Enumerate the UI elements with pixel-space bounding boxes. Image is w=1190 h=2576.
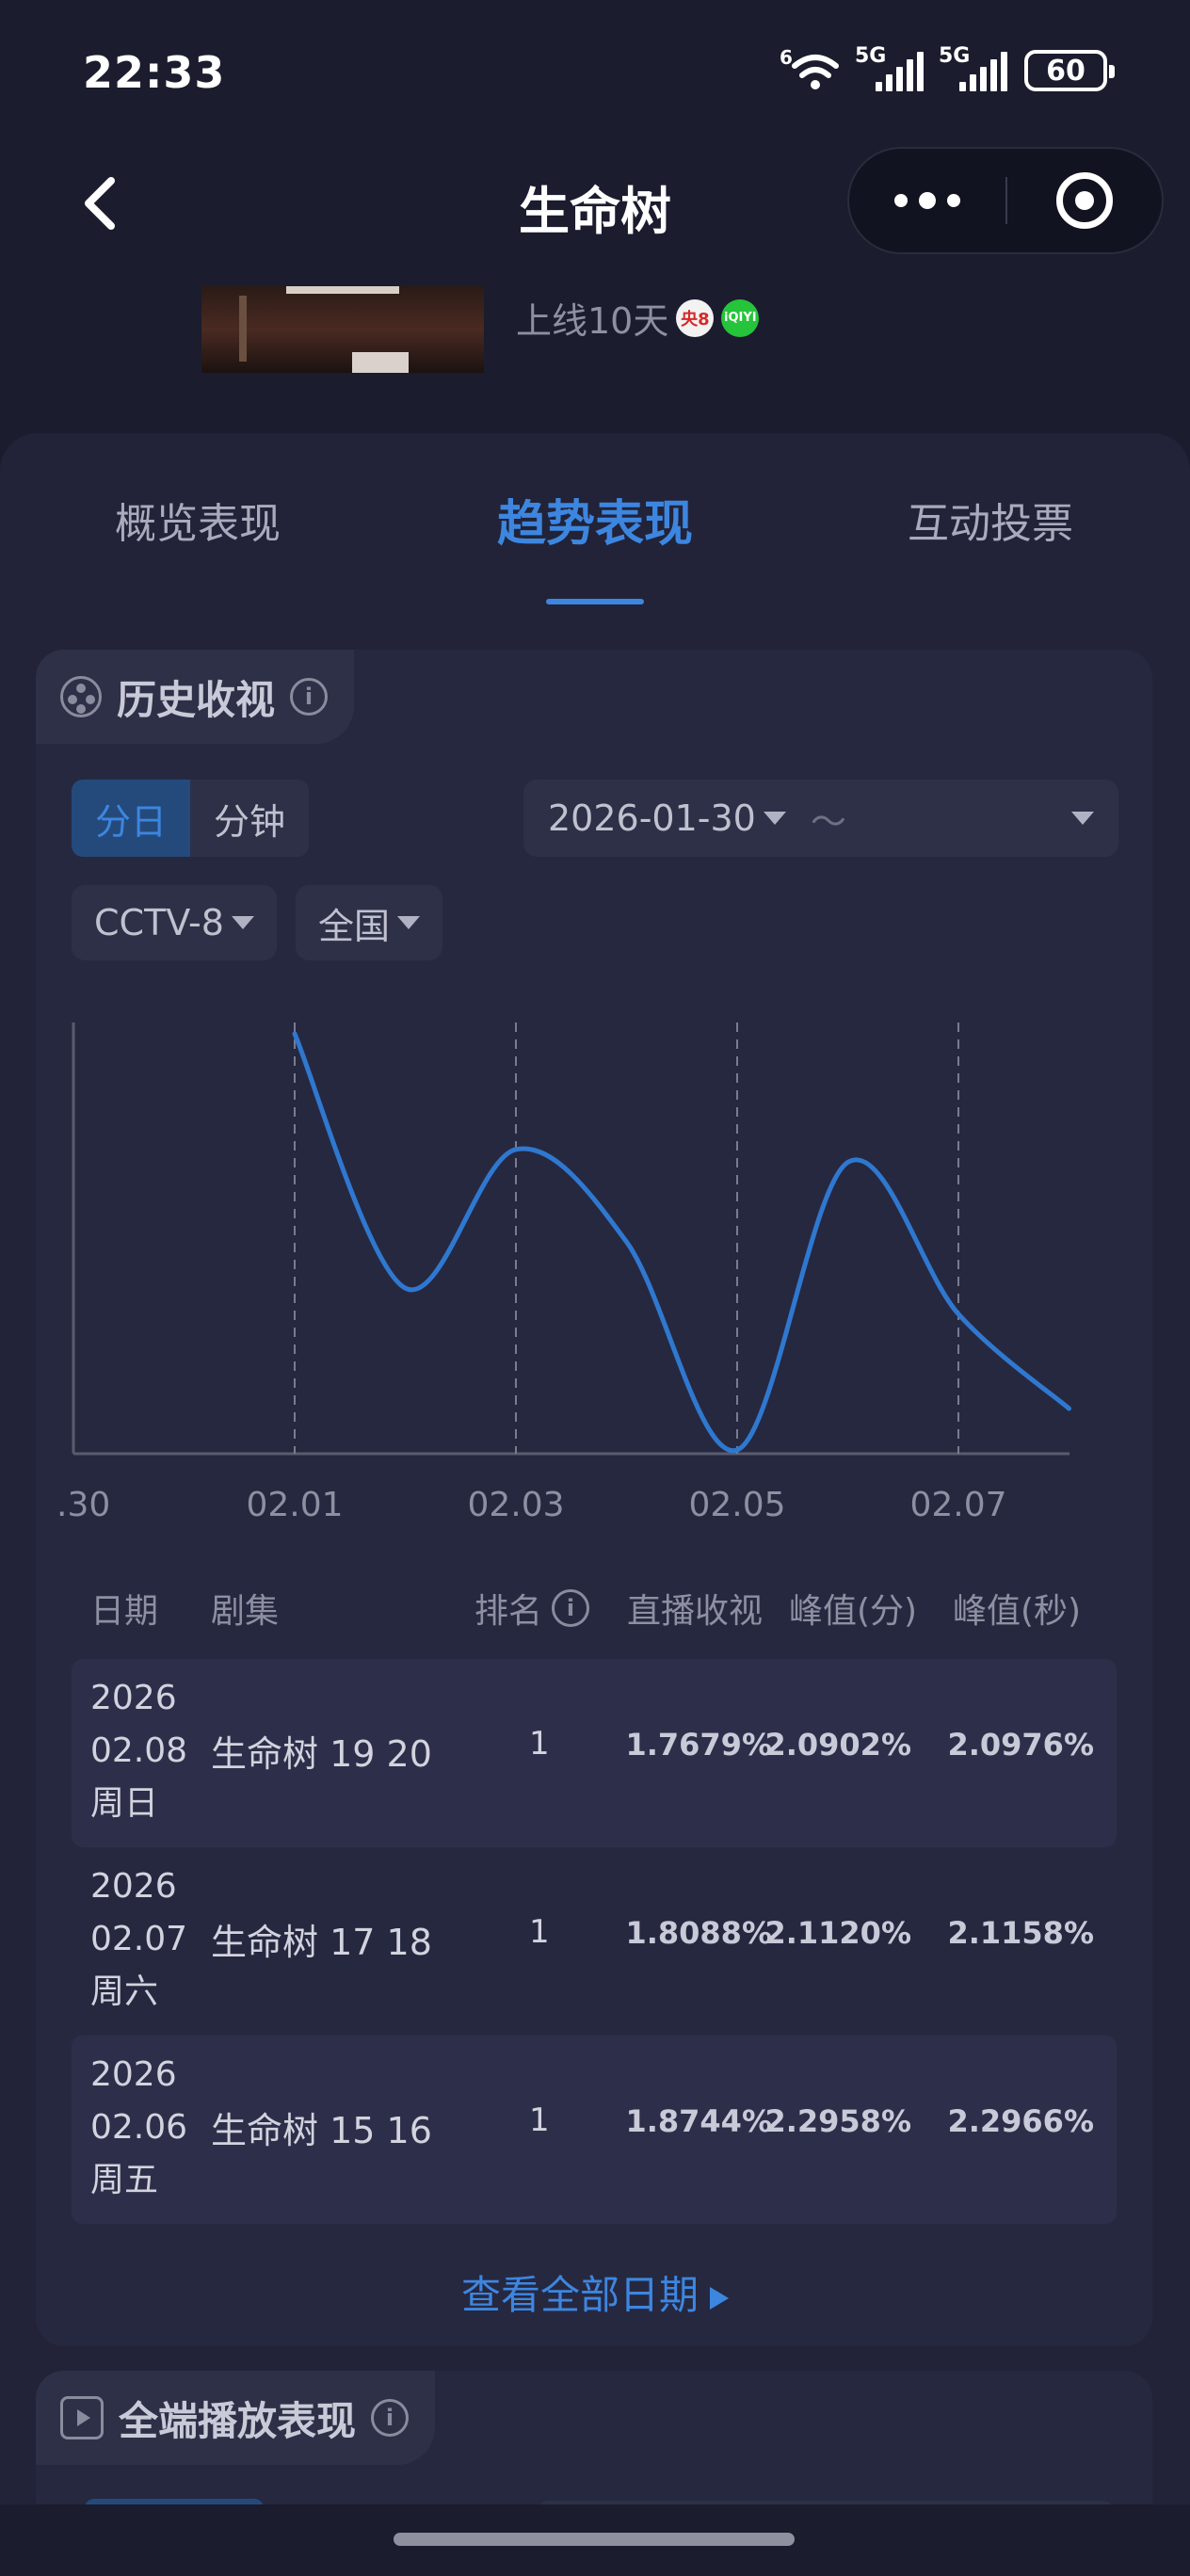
th-date: 日期	[90, 1592, 159, 1631]
toggle-daily[interactable]: 分日	[72, 780, 190, 857]
wifi-icon: 6	[780, 46, 840, 94]
x-tick-label: 02.01	[246, 1486, 343, 1524]
iqiyi-badge-icon: iQIYI	[721, 298, 760, 337]
x-tick-label: 02.05	[688, 1486, 785, 1524]
episode-cell: 生命树 15 16	[211, 2110, 432, 2151]
date-range-picker[interactable]: 2026-01-30 ～	[523, 780, 1118, 857]
status-icons: 6 5G 5G 60	[780, 44, 1115, 94]
view-all-dates-link[interactable]: 查看全部日期	[0, 2263, 1190, 2321]
mini-program-capsule	[847, 147, 1164, 254]
svg-text:6: 6	[780, 47, 793, 69]
region-value: 全国	[318, 905, 391, 947]
more-button[interactable]	[849, 149, 1005, 252]
more-dots-icon	[894, 194, 908, 207]
region-filter[interactable]: 全国	[296, 885, 443, 960]
info-icon[interactable]: i	[290, 678, 329, 716]
peak-sec-cell: 2.2966%	[947, 2103, 1094, 2139]
battery-icon: 60	[1024, 50, 1115, 91]
date-separator: ～	[810, 800, 846, 843]
th-episode: 剧集	[211, 1592, 280, 1631]
arrow-right-icon	[710, 2286, 729, 2310]
th-peak-min: 峰值(分)	[789, 1592, 918, 1631]
rank-cell: 1	[529, 2101, 550, 2139]
rank-info-icon[interactable]: i	[552, 1589, 590, 1627]
home-indicator[interactable]	[394, 2533, 795, 2546]
back-button[interactable]	[79, 175, 121, 232]
tab-vote[interactable]: 互动投票	[849, 490, 1132, 550]
x-tick-label: 02.07	[909, 1486, 1006, 1524]
peak-sec-cell: 2.0976%	[947, 1727, 1094, 1763]
peak-sec-cell: 2.1158%	[947, 1915, 1094, 1951]
play-icon	[60, 2396, 104, 2439]
online-days: 上线10天	[516, 300, 669, 342]
caret-down-icon	[397, 916, 421, 929]
table-row[interactable]: 2026 02.07 周六 生命树 17 18 1 1.8088% 2.1120% …	[72, 1847, 1117, 2036]
info-icon[interactable]: i	[371, 2399, 410, 2437]
tab-trend[interactable]: 趋势表现	[454, 484, 736, 555]
episode-cell: 生命树 19 20	[211, 1733, 432, 1775]
live-cell: 1.8744%	[625, 2103, 772, 2139]
toggle-minute[interactable]: 分钟	[190, 780, 309, 857]
caret-down-icon	[763, 812, 786, 825]
th-peak-sec: 峰值(秒)	[953, 1592, 1082, 1631]
x-tick-label: .30	[56, 1486, 110, 1524]
status-bar: 22:33 6 5G 5G 60	[0, 0, 1190, 151]
film-reel-icon	[60, 676, 102, 717]
caret-down-icon	[1071, 812, 1094, 825]
status-time: 22:33	[83, 47, 226, 98]
table-row[interactable]: 2026 02.06 周五 生命树 15 16 1 1.8744% 2.2958% …	[72, 2036, 1117, 2224]
granularity-toggle: 分日 分钟	[72, 780, 309, 857]
all-platform-header: 全端播放表现 i	[36, 2371, 436, 2465]
series-line[interactable]	[292, 1031, 1071, 1454]
chevron-left-icon	[85, 177, 115, 230]
history-header: 历史收视 i	[36, 650, 355, 744]
all-platform-title: 全端播放表现	[119, 2397, 357, 2444]
peak-min-cell: 2.2958%	[764, 2103, 911, 2139]
signal-icon-2: 5G	[939, 44, 1007, 91]
peak-min-cell: 2.1120%	[764, 1915, 911, 1951]
signal-icon-1: 5G	[855, 44, 924, 91]
episode-cell: 生命树 17 18	[211, 1922, 432, 1963]
th-rank: 排名 i	[474, 1584, 590, 1633]
rank-cell: 1	[529, 1725, 550, 1763]
live-cell: 1.8088%	[625, 1915, 772, 1951]
live-cell: 1.7679%	[625, 1727, 772, 1763]
history-title: 历史收视	[117, 676, 276, 723]
th-live: 直播收视	[627, 1592, 764, 1631]
cctv8-badge-icon: 央8	[676, 298, 715, 337]
date-start[interactable]: 2026-01-30	[548, 797, 756, 839]
close-button[interactable]	[1007, 149, 1162, 252]
tab-overview[interactable]: 概览表现	[56, 490, 339, 550]
caret-down-icon	[231, 916, 254, 929]
tab-active-indicator	[546, 599, 644, 604]
tab-bar: 概览表现 趋势表现 互动投票	[0, 471, 1190, 621]
online-info: 上线10天 央8 iQIYI	[516, 292, 760, 344]
rank-cell: 1	[529, 1913, 550, 1951]
peak-min-cell: 2.0902%	[764, 1727, 911, 1763]
show-poster[interactable]	[201, 286, 484, 373]
target-close-icon	[1055, 172, 1113, 229]
channel-filter[interactable]: CCTV-8	[72, 885, 277, 960]
channel-value: CCTV-8	[94, 902, 224, 943]
ratings-line-chart[interactable]: .30 02.01 02.03 02.05 02.07	[56, 1007, 1102, 1535]
x-tick-label: 02.03	[467, 1486, 564, 1524]
table-row[interactable]: 2026 02.08 周日 生命树 19 20 1 1.7679% 2.0902% …	[72, 1659, 1117, 1847]
